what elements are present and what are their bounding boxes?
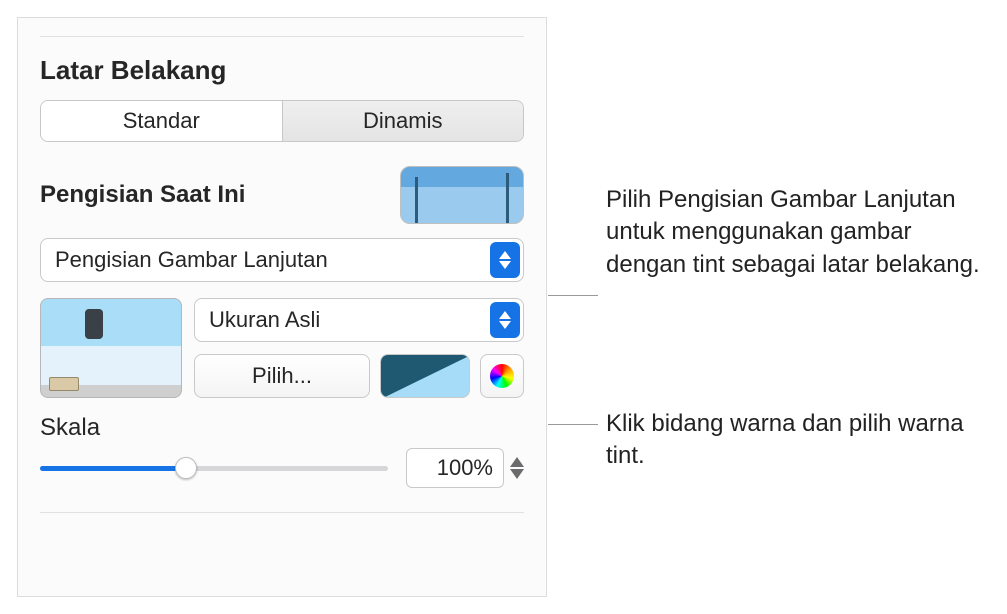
current-fill-label: Pengisian Saat Ini	[40, 181, 245, 209]
scale-stepper: 100%	[406, 448, 524, 488]
scale-value: 100%	[437, 455, 493, 481]
divider-top	[40, 36, 524, 37]
chevron-updown-icon	[490, 302, 520, 338]
fill-type-value: Pengisian Gambar Lanjutan	[55, 247, 328, 273]
background-mode-segmented: Standar Dinamis	[40, 100, 524, 142]
callout-fill-type: Pilih Pengisian Gambar Lanjutan untuk me…	[606, 184, 996, 281]
background-panel: Latar Belakang Standar Dinamis Pengisian…	[17, 17, 547, 597]
slider-thumb[interactable]	[175, 457, 197, 479]
image-config-row: Ukuran Asli Pilih...	[40, 298, 524, 398]
fill-type-popup[interactable]: Pengisian Gambar Lanjutan	[40, 238, 524, 282]
callout-leader-2	[548, 424, 598, 425]
current-fill-row: Pengisian Saat Ini	[40, 166, 524, 224]
scale-label: Skala	[40, 414, 524, 442]
color-wheel-icon	[490, 364, 514, 388]
callout-leader-1	[548, 295, 598, 296]
tint-color-well[interactable]	[380, 354, 470, 398]
choose-image-label: Pilih...	[252, 363, 312, 389]
choose-and-color-row: Pilih...	[194, 354, 524, 398]
stepper-down-icon[interactable]	[510, 469, 524, 479]
callout-color-well: Klik bidang warna dan pilih warna tint.	[606, 408, 996, 473]
tab-standard[interactable]: Standar	[41, 101, 282, 141]
color-picker-button[interactable]	[480, 354, 524, 398]
scale-slider[interactable]	[40, 453, 388, 483]
size-mode-popup[interactable]: Ukuran Asli	[194, 298, 524, 342]
chevron-updown-icon	[490, 242, 520, 278]
size-mode-value: Ukuran Asli	[209, 307, 320, 333]
section-title-background: Latar Belakang	[40, 55, 524, 86]
image-config-stack: Ukuran Asli Pilih...	[194, 298, 524, 398]
scale-value-field[interactable]: 100%	[406, 448, 504, 488]
scale-row: 100%	[40, 448, 524, 488]
current-fill-preview[interactable]	[400, 166, 524, 224]
divider-bottom	[40, 512, 524, 513]
stepper-up-icon[interactable]	[510, 457, 524, 467]
tab-dynamic[interactable]: Dinamis	[282, 101, 524, 141]
stepper-arrows	[510, 457, 524, 479]
tab-dynamic-label: Dinamis	[363, 108, 442, 134]
tab-standard-label: Standar	[123, 108, 200, 134]
image-thumbnail[interactable]	[40, 298, 182, 398]
choose-image-button[interactable]: Pilih...	[194, 354, 370, 398]
slider-fill	[40, 466, 186, 471]
